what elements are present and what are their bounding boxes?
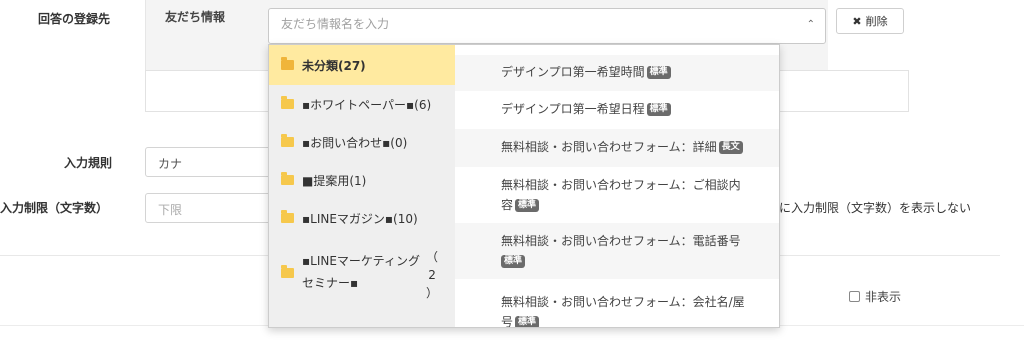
input-rule-select[interactable]: カナ — [145, 147, 275, 177]
friend-info-search-input[interactable] — [281, 17, 781, 31]
item-label: 無料相談・お問い合わせフォーム：ご相談内 — [501, 178, 741, 192]
chevron-up-icon[interactable]: ⌃ — [807, 19, 815, 30]
delete-button-label: 削除 — [865, 15, 888, 28]
item-label-cont: 容 — [501, 198, 514, 212]
list-item[interactable]: 無料相談・お問い合わせフォーム：会社名/屋 号標準 — [455, 279, 779, 328]
folder-item[interactable]: ▪お問い合わせ▪(0) — [269, 123, 455, 161]
folder-icon — [281, 96, 294, 109]
input-limit-label: 入力制限（文字数） — [0, 201, 109, 215]
item-label: 無料相談・お問い合わせフォーム：電話番号 — [501, 234, 741, 248]
folder-label: ▪ホワイトペーパー▪(6) — [302, 97, 432, 112]
delete-button[interactable]: ✖ 削除 — [836, 8, 904, 34]
item-label-cont: 号 — [501, 315, 514, 328]
friend-info-dropdown: 未分類(27) ▪ホワイトペーパー▪(6) ▪お問い合わせ▪(0) ■提案用(1… — [268, 44, 780, 328]
list-item[interactable]: デザインプロ第一希望日程 標準 — [455, 91, 779, 129]
folder-icon — [281, 172, 294, 185]
checkbox-icon[interactable] — [849, 291, 860, 302]
item-label: デザインプロ第一希望時間 — [501, 65, 645, 79]
folder-list: 未分類(27) ▪ホワイトペーパー▪(6) ▪お問い合わせ▪(0) ■提案用(1… — [269, 45, 455, 327]
input-rule-label: 入力規則 — [64, 156, 113, 170]
item-tag: 標準 — [501, 255, 526, 268]
folder-icon — [281, 210, 294, 223]
item-tag: 標準 — [646, 103, 671, 116]
folder-count-open: （ — [426, 250, 439, 264]
list-item[interactable]: デザインプロ第一希望時間 標準 — [455, 55, 779, 91]
friend-info-title: 友だち情報 — [165, 10, 226, 24]
folder-label: ■提案用(1) — [302, 173, 367, 188]
folder-icon — [281, 265, 294, 278]
lower-limit-input[interactable]: 下限 — [145, 193, 275, 223]
list-item[interactable]: 無料相談・お問い合わせフォーム：詳細 長文 — [455, 129, 779, 167]
folder-item[interactable]: ■提案用(1) — [269, 161, 455, 199]
item-tag: 長文 — [718, 141, 743, 154]
list-item[interactable]: 無料相談・お問い合わせフォーム：電話番号 標準 — [455, 223, 779, 279]
folder-open-icon — [281, 57, 294, 70]
folder-item[interactable]: 未分類(27) — [269, 45, 455, 85]
answer-destination-label: 回答の登録先 — [38, 12, 111, 26]
folder-item[interactable]: ▪LINEマガジン▪(10) — [269, 199, 455, 237]
folder-label: 未分類(27) — [302, 58, 366, 73]
folder-count-close: ） — [426, 286, 439, 300]
folder-label: ▪LINEマガジン▪(10) — [302, 211, 418, 226]
list-item[interactable]: 無料相談・お問い合わせフォーム：ご相談内 容標準 — [455, 167, 779, 223]
item-list: デザインプロ第一希望時間 標準 デザインプロ第一希望日程 標準 無料相談・お問い合わ… — [455, 45, 779, 328]
item-tag: 標準 — [646, 66, 671, 79]
folder-item[interactable]: ▪ホワイトペーパー▪(6) — [269, 85, 455, 123]
hide-checkbox-label: 非表示 — [865, 290, 902, 304]
close-icon: ✖ — [852, 14, 862, 28]
folder-label: ▪お問い合わせ▪(0) — [302, 135, 408, 150]
folder-label-line2: セミナー▪ — [302, 276, 359, 290]
friend-info-select[interactable]: ⌃ — [268, 8, 826, 44]
limit-display-option-label: に入力制限（文字数）を表示しない — [779, 201, 972, 215]
item-label: デザインプロ第一希望日程 — [501, 102, 645, 116]
hide-checkbox[interactable]: 非表示 — [849, 288, 901, 305]
item-label: 無料相談・お問い合わせフォーム：詳細 — [501, 140, 717, 154]
item-tag: 標準 — [515, 316, 540, 327]
folder-count: （ 2 ） — [426, 248, 438, 302]
item-tag: 標準 — [515, 199, 540, 212]
item-label: 無料相談・お問い合わせフォーム：会社名/屋 — [501, 295, 745, 309]
folder-count-num: 2 — [428, 268, 436, 282]
folder-item[interactable]: ▪LINEマーケティング セミナー▪ （ 2 ） — [269, 237, 455, 307]
folder-icon — [281, 134, 294, 147]
folder-label-line1: ▪LINEマーケティング — [302, 254, 420, 268]
folder-label-multiline: ▪LINEマーケティング セミナー▪ — [302, 250, 424, 294]
